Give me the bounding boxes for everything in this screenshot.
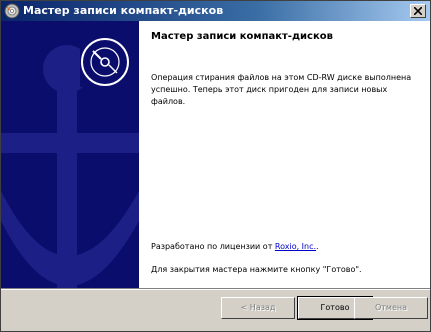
cd-burn-icon (4, 3, 20, 19)
credit-suffix: . (316, 242, 319, 251)
cancel-button[interactable]: Отмена (354, 297, 428, 319)
wizard-heading: Мастер записи компакт-дисков (151, 31, 333, 42)
credit-line: Разработано по лицензии от Roxio, Inc.. (151, 242, 319, 251)
wizard-window: Мастер записи компакт-дисков Мастер запи… (0, 0, 431, 332)
button-separator (1, 288, 430, 290)
credit-prefix: Разработано по лицензии от (151, 242, 275, 251)
wizard-description: Операция стирания файлов на этом CD-RW д… (151, 73, 412, 106)
title-bar[interactable]: Мастер записи компакт-дисков (1, 1, 430, 21)
finish-hint: Для закрытия мастера нажмите кнопку "Гот… (151, 265, 362, 274)
close-icon (414, 7, 422, 15)
close-button[interactable] (410, 4, 426, 18)
window-title: Мастер записи компакт-дисков (23, 4, 224, 17)
back-button[interactable]: < Назад (221, 297, 295, 319)
wizard-content: Мастер записи компакт-дисков Операция ст… (1, 21, 430, 288)
cd-disc-icon (80, 37, 130, 87)
credit-link[interactable]: Roxio, Inc. (275, 242, 316, 251)
wizard-side-banner (1, 21, 139, 288)
